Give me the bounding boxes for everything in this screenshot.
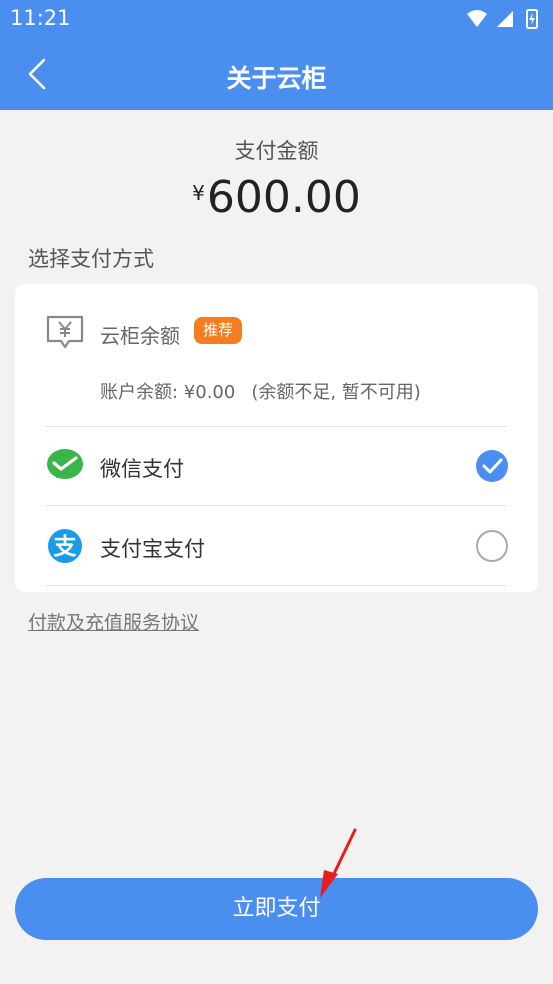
wechat-pay-label: 微信支付 — [100, 457, 184, 481]
alipay-option[interactable]: 支 支付宝支付 — [15, 506, 538, 586]
empty-radio-icon — [476, 530, 508, 562]
status-icons — [465, 9, 543, 33]
balance-option: 云柜余额 推荐 账户余额: ¥0.00 (余额不足, 暂不可用) — [15, 284, 538, 426]
svg-text:支: 支 — [53, 534, 78, 560]
alipay-icon: 支 — [46, 527, 84, 569]
recommended-badge: 推荐 — [194, 317, 243, 344]
payment-methods-card: 云柜余额 推荐 账户余额: ¥0.00 (余额不足, 暂不可用) 微信支付 支 … — [15, 284, 538, 592]
balance-note: (余额不足, 暂不可用) — [251, 382, 421, 403]
payment-amount: ¥600.00 — [0, 172, 553, 223]
pay-now-button[interactable]: 立即支付 — [15, 878, 538, 940]
payment-method-label: 选择支付方式 — [28, 247, 154, 271]
wechat-pay-option[interactable]: 微信支付 — [15, 426, 538, 506]
balance-name: 云柜余额 — [100, 324, 180, 348]
amount-value: 600.00 — [206, 172, 361, 223]
alipay-radio[interactable] — [475, 529, 509, 563]
amount-label: 支付金额 — [234, 139, 319, 163]
page-title: 关于云柜 — [226, 64, 327, 93]
service-agreement-link[interactable]: 付款及充值服务协议 — [28, 608, 199, 635]
wallet-yen-icon — [45, 314, 85, 354]
annotation-arrow-icon — [320, 828, 357, 898]
alipay-label: 支付宝支付 — [100, 537, 205, 561]
wifi-icon — [467, 10, 487, 27]
wechat-pay-icon — [46, 447, 84, 489]
signal-icon — [497, 11, 513, 27]
account-balance: 账户余额: ¥0.00 — [100, 382, 236, 403]
currency-symbol: ¥ — [192, 181, 205, 205]
battery-icon — [526, 9, 538, 29]
status-bar: 11:21 — [0, 0, 553, 38]
status-time: 11:21 — [10, 6, 71, 30]
wechat-pay-radio[interactable] — [475, 449, 509, 483]
check-circle-icon — [476, 450, 508, 482]
app-bar: 关于云柜 — [0, 38, 553, 110]
divider — [45, 585, 507, 586]
balance-detail: 账户余额: ¥0.00 (余额不足, 暂不可用) — [100, 378, 421, 404]
